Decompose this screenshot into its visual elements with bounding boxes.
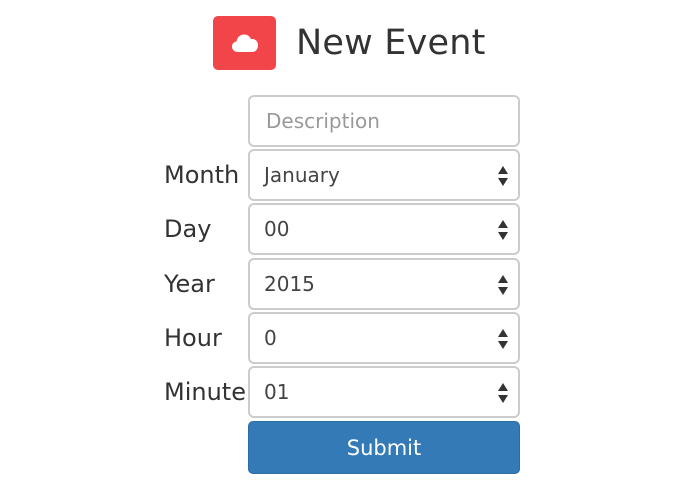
day-select-value: 00: [264, 217, 290, 241]
minute-select[interactable]: 01: [248, 366, 520, 418]
page-title: New Event: [296, 23, 486, 63]
year-label: Year: [164, 270, 215, 298]
hour-row: Hour 0: [0, 312, 695, 364]
up-down-caret-icon: [498, 275, 508, 295]
month-select[interactable]: January: [248, 149, 520, 201]
description-row: Description: [0, 95, 695, 147]
month-label: Month: [164, 161, 240, 189]
cloud-icon: [231, 34, 258, 52]
logo: [213, 16, 276, 70]
hour-select[interactable]: 0: [248, 312, 520, 364]
up-down-caret-icon: [498, 329, 508, 349]
page-header: New Event: [213, 16, 486, 70]
up-down-caret-icon: [498, 220, 508, 240]
hour-label: Hour: [164, 324, 222, 352]
day-label: Day: [164, 215, 212, 243]
year-select-value: 2015: [264, 272, 315, 296]
up-down-caret-icon: [498, 166, 508, 186]
day-row: Day 00: [0, 203, 695, 255]
new-event-page: New Event Description Month January Day …: [0, 0, 695, 494]
year-row: Year 2015: [0, 258, 695, 310]
minute-row: Minute 01: [0, 366, 695, 418]
minute-select-value: 01: [264, 380, 290, 404]
day-select[interactable]: 00: [248, 203, 520, 255]
month-row: Month January: [0, 149, 695, 201]
up-down-caret-icon: [498, 383, 508, 403]
minute-label: Minute: [164, 378, 246, 406]
submit-button[interactable]: Submit: [248, 421, 520, 474]
year-select[interactable]: 2015: [248, 258, 520, 310]
month-select-value: January: [264, 163, 340, 187]
description-input[interactable]: Description: [248, 95, 520, 147]
hour-select-value: 0: [264, 326, 277, 350]
